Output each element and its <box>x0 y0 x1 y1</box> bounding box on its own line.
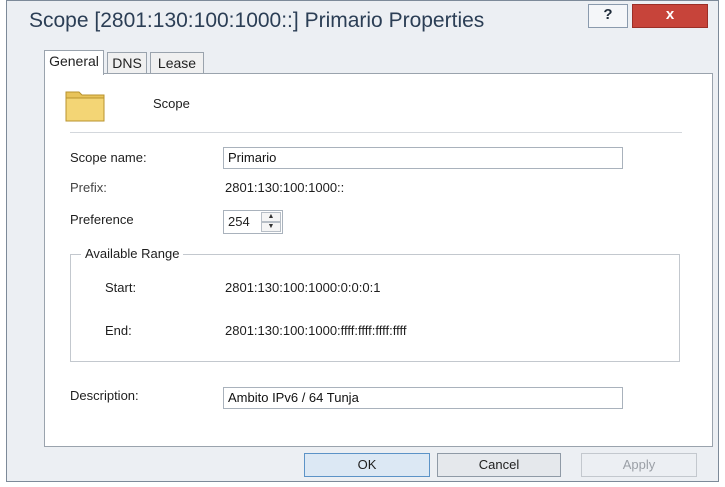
end-label: End: <box>105 323 132 338</box>
scope-name-field[interactable]: Primario <box>223 147 623 169</box>
available-range-group <box>70 254 680 362</box>
general-panel: Scope Scope name: Primario Prefix: 2801:… <box>44 73 713 447</box>
cancel-button[interactable]: Cancel <box>437 453 561 477</box>
spinner-buttons: ▲ ▼ <box>261 212 281 232</box>
tab-general[interactable]: General <box>44 50 104 75</box>
preference-value[interactable]: 254 <box>228 214 250 229</box>
scope-heading: Scope <box>153 96 190 111</box>
tab-lease[interactable]: Lease <box>150 52 204 74</box>
tab-dns[interactable]: DNS <box>107 52 147 74</box>
start-label: Start: <box>105 280 137 295</box>
spin-up-icon[interactable]: ▲ <box>261 212 281 222</box>
start-value: 2801:130:100:1000:0:0:0:1 <box>225 280 381 295</box>
preference-label: Preference <box>70 212 134 227</box>
description-label: Description: <box>70 388 139 403</box>
description-field[interactable]: Ambito IPv6 / 64 Tunja <box>223 387 623 409</box>
close-button[interactable]: x <box>632 4 708 28</box>
end-value: 2801:130:100:1000:ffff:ffff:ffff:ffff <box>225 323 407 338</box>
window-title: Scope [2801:130:100:1000::] Primario Pro… <box>29 9 485 32</box>
title-bar[interactable]: Scope [2801:130:100:1000::] Primario Pro… <box>7 1 718 41</box>
properties-dialog: Scope [2801:130:100:1000::] Primario Pro… <box>6 0 719 482</box>
separator <box>70 132 682 133</box>
ok-button[interactable]: OK <box>304 453 430 477</box>
apply-button[interactable]: Apply <box>581 453 697 477</box>
help-button[interactable]: ? <box>588 4 628 28</box>
scope-name-label: Scope name: <box>70 150 147 165</box>
available-range-title: Available Range <box>81 246 184 261</box>
spin-down-icon[interactable]: ▼ <box>261 222 281 232</box>
prefix-value: 2801:130:100:1000:: <box>225 180 345 195</box>
folder-icon <box>65 91 105 122</box>
preference-spinner[interactable]: 254 ▲ ▼ <box>223 210 283 234</box>
prefix-label: Prefix: <box>70 180 107 195</box>
